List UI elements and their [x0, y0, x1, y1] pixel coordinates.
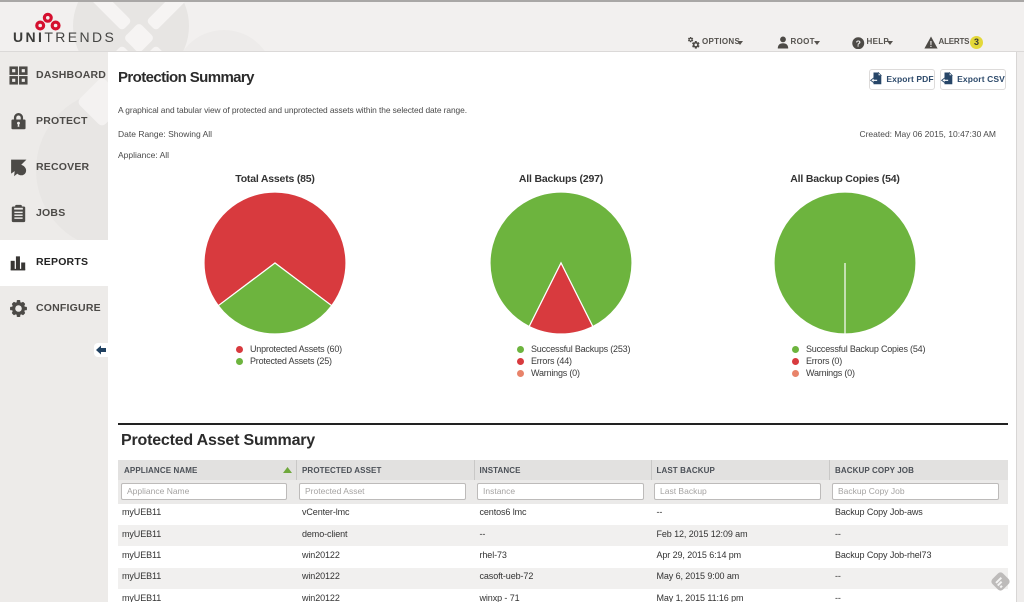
svg-text:?: ?	[856, 38, 861, 48]
svg-text:!: !	[930, 40, 933, 49]
